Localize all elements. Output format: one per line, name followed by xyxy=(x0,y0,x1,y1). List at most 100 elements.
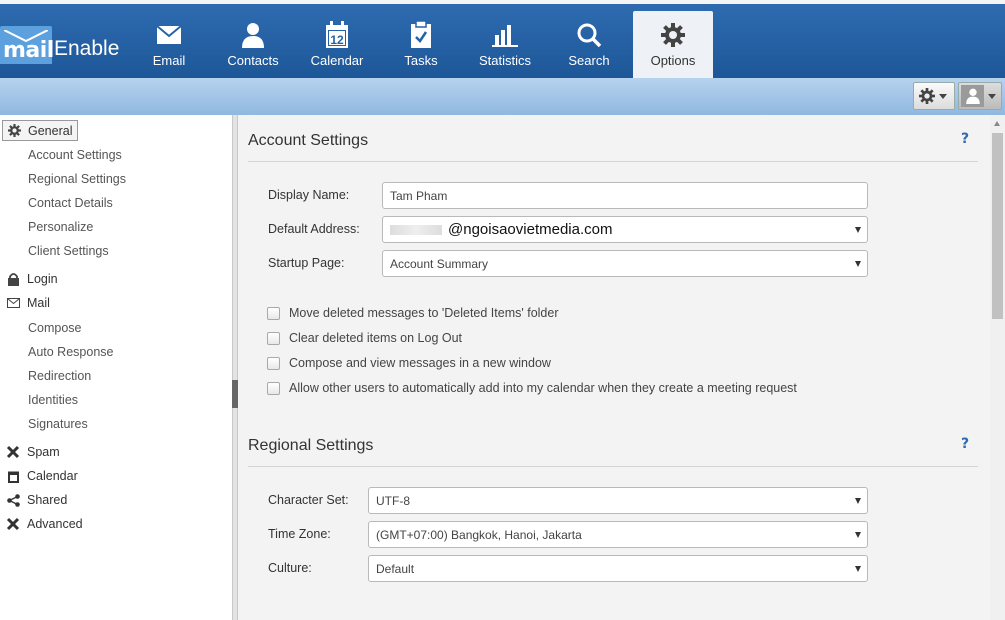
sidebar-item-advanced[interactable]: Advanced xyxy=(0,513,83,535)
option-label: Compose and view messages in a new windo… xyxy=(289,356,551,370)
sidebar-item-spam[interactable]: Spam xyxy=(0,441,60,463)
sidebar-item-compose[interactable]: Compose xyxy=(28,321,82,335)
chevron-down-icon xyxy=(855,498,861,504)
nav-calendar[interactable]: 12 Calendar xyxy=(295,11,379,82)
nav-statistics-label: Statistics xyxy=(478,53,531,68)
sidebar-item-label: Login xyxy=(27,272,58,286)
nav-search-label: Search xyxy=(568,53,610,68)
sidebar-item-client-settings[interactable]: Client Settings xyxy=(28,244,109,258)
nav-options[interactable]: Options xyxy=(633,11,713,82)
sidebar-item-regional-settings[interactable]: Regional Settings xyxy=(28,172,126,186)
chevron-down-icon xyxy=(988,93,996,99)
default-address-label: Default Address: xyxy=(268,222,360,236)
option-checkbox[interactable] xyxy=(267,331,280,345)
sidebar-item-personalize[interactable]: Personalize xyxy=(28,220,93,234)
clipboard-check-icon xyxy=(406,20,436,50)
sidebar-item-label: Mail xyxy=(27,296,50,310)
account-help-link[interactable]: ? xyxy=(961,131,969,147)
character-set-label: Character Set: xyxy=(268,493,349,507)
lock-icon xyxy=(5,271,21,287)
nav-statistics[interactable]: Statistics xyxy=(463,11,547,82)
option-allow-calendar-add: Allow other users to automatically add i… xyxy=(267,381,797,395)
time-zone-value: (GMT+07:00) Bangkok, Hanoi, Jakarta xyxy=(376,527,582,542)
sidebar-item-contact-details[interactable]: Contact Details xyxy=(28,196,113,210)
option-checkbox[interactable] xyxy=(267,381,280,395)
person-icon xyxy=(238,20,268,50)
startup-page-select[interactable]: Account Summary xyxy=(382,250,868,277)
startup-page-label: Startup Page: xyxy=(268,256,345,270)
main-nav: Email Contacts 12 Calendar Tasks Statist… xyxy=(127,11,715,82)
nav-tasks[interactable]: Tasks xyxy=(379,11,463,82)
display-name-input[interactable]: Tam Pham xyxy=(382,182,868,209)
nav-email-label: Email xyxy=(152,53,186,68)
character-set-value: UTF-8 xyxy=(376,493,410,508)
sidebar-item-label: General xyxy=(28,123,73,138)
option-label: Allow other users to automatically add i… xyxy=(289,381,797,395)
chevron-down-icon xyxy=(855,532,861,538)
sidebar-item-mail[interactable]: Mail xyxy=(0,292,50,314)
logo-mail-text: mail xyxy=(3,38,54,63)
account-settings-title: Account Settings xyxy=(248,132,369,149)
regional-help-link[interactable]: ? xyxy=(961,436,969,452)
option-compose-new-window: Compose and view messages in a new windo… xyxy=(267,356,551,370)
divider xyxy=(248,466,978,467)
time-zone-select[interactable]: (GMT+07:00) Bangkok, Hanoi, Jakarta xyxy=(368,521,868,548)
character-set-select[interactable]: UTF-8 xyxy=(368,487,868,514)
sidebar-item-label: Shared xyxy=(27,493,68,507)
search-icon xyxy=(574,20,604,50)
share-icon xyxy=(5,492,21,508)
default-address-select[interactable]: @ngoisaovietmedia.com xyxy=(382,216,868,243)
nav-calendar-label: Calendar xyxy=(310,53,364,68)
logo-enable-text: Enable xyxy=(54,37,120,60)
divider xyxy=(248,161,978,162)
culture-select[interactable]: Default xyxy=(368,555,868,582)
chevron-down-icon xyxy=(855,261,861,267)
sidebar-item-signatures[interactable]: Signatures xyxy=(28,417,88,431)
calendar-icon xyxy=(5,468,21,484)
nav-email[interactable]: Email xyxy=(127,11,211,82)
nav-search[interactable]: Search xyxy=(547,11,631,82)
sidebar-item-label: Calendar xyxy=(27,469,78,483)
settings-panel: Account Settings ? Display Name: Tam Pha… xyxy=(239,115,990,620)
redacted-text xyxy=(390,224,442,235)
default-address-value: @ngoisaovietmedia.com xyxy=(448,221,613,238)
nav-contacts[interactable]: Contacts xyxy=(211,11,295,82)
vertical-scrollbar[interactable] xyxy=(990,115,1005,620)
sidebar-item-identities[interactable]: Identities xyxy=(28,393,78,407)
envelope-icon xyxy=(154,20,184,50)
settings-dropdown-button[interactable] xyxy=(913,82,955,110)
option-checkbox[interactable] xyxy=(267,356,280,370)
startup-page-value: Account Summary xyxy=(390,256,489,271)
display-name-label: Display Name: xyxy=(268,188,350,202)
splitter-grip-handle[interactable] xyxy=(232,380,238,408)
mailenable-logo: mail Enable xyxy=(0,24,119,64)
options-sidebar: General Account Settings Regional Settin… xyxy=(0,115,233,620)
scroll-up-arrow-icon[interactable] xyxy=(994,121,1000,126)
option-checkbox[interactable] xyxy=(267,306,280,320)
nav-contacts-label: Contacts xyxy=(227,53,279,68)
option-clear-deleted: Clear deleted items on Log Out xyxy=(267,331,462,345)
chevron-down-icon xyxy=(855,227,861,233)
sidebar-item-shared[interactable]: Shared xyxy=(0,489,67,511)
option-label: Clear deleted items on Log Out xyxy=(289,331,463,345)
culture-label: Culture: xyxy=(268,561,312,575)
tools-icon xyxy=(5,516,21,532)
sidebar-item-auto-response[interactable]: Auto Response xyxy=(28,345,113,359)
tools-icon xyxy=(5,444,21,460)
chevron-down-icon xyxy=(855,566,861,572)
sidebar-item-calendar[interactable]: Calendar xyxy=(0,465,78,487)
sidebar-item-account-settings[interactable]: Account Settings xyxy=(28,148,122,162)
envelope-icon xyxy=(5,295,21,311)
user-dropdown-button[interactable] xyxy=(958,82,1002,110)
option-move-deleted: Move deleted messages to 'Deleted Items'… xyxy=(267,306,559,320)
sidebar-item-login[interactable]: Login xyxy=(0,268,58,290)
calendar-day-text: 12 xyxy=(330,32,344,47)
pane-splitter[interactable] xyxy=(233,115,238,620)
toolbar xyxy=(0,78,1005,115)
sidebar-item-label: Spam xyxy=(27,445,60,459)
sidebar-item-label: Advanced xyxy=(27,517,83,531)
sidebar-item-general[interactable]: General xyxy=(2,120,79,141)
sidebar-item-redirection[interactable]: Redirection xyxy=(28,369,91,383)
option-label: Move deleted messages to 'Deleted Items'… xyxy=(289,306,559,320)
scroll-thumb[interactable] xyxy=(992,133,1003,319)
